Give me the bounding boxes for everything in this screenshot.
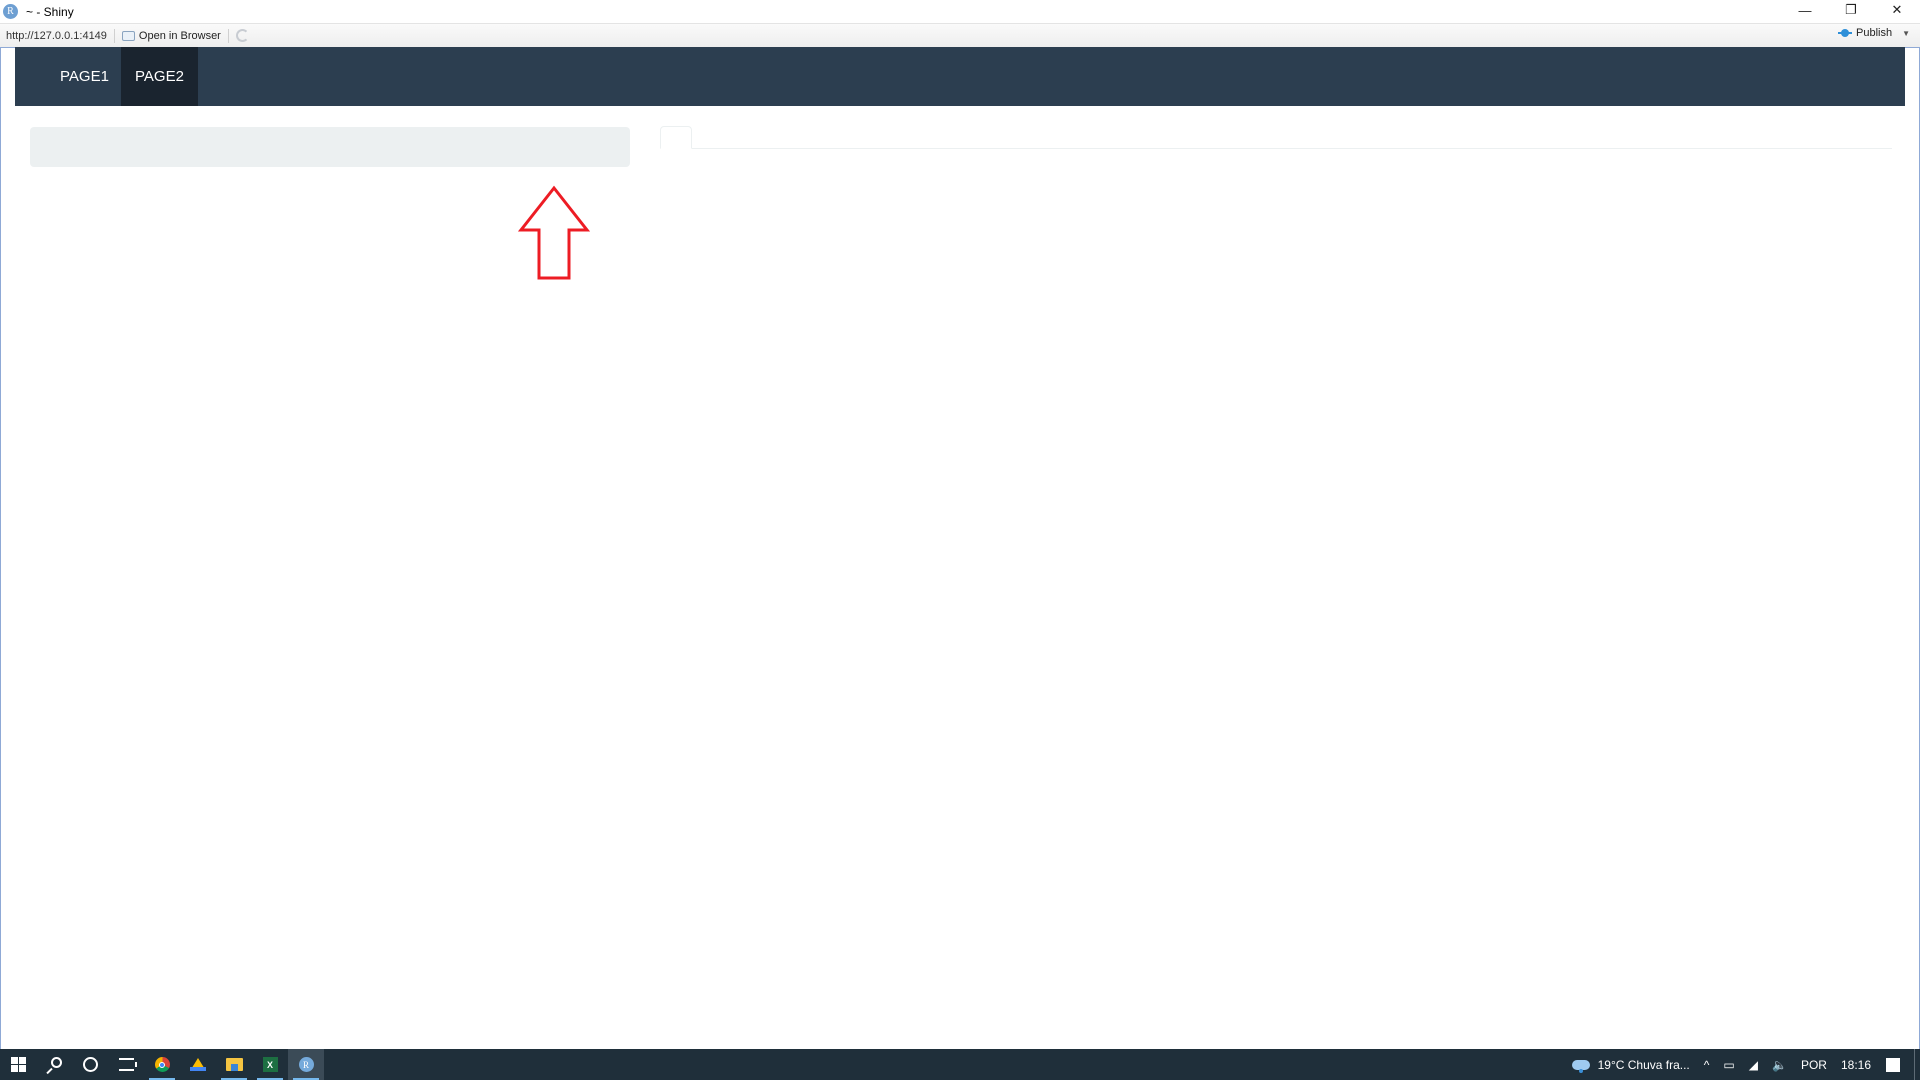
annotation-arrow-up-icon <box>518 185 590 280</box>
search-button[interactable] <box>36 1049 72 1080</box>
open-browser-icon <box>121 30 135 41</box>
chrome-icon <box>154 1057 170 1072</box>
taskbar-chrome[interactable] <box>144 1049 180 1080</box>
wifi-icon: ◢ <box>1748 1057 1758 1072</box>
minimize-button[interactable]: — <box>1782 0 1828 20</box>
taskbar: X R 19°C Chuva fra... ^ ▭ ◢ 🔈 POR 18:16 <box>0 1049 1920 1080</box>
chevron-down-icon[interactable]: ▼ <box>1902 29 1910 38</box>
arrow-shape <box>518 185 590 280</box>
folder-icon <box>225 1058 243 1071</box>
show-desktop-button[interactable] <box>1914 1049 1920 1080</box>
excel-icon: X <box>262 1057 278 1072</box>
network-button[interactable]: ◢ <box>1742 1049 1765 1080</box>
clock[interactable]: 18:16 <box>1834 1049 1878 1080</box>
google-drive-icon <box>190 1058 206 1071</box>
url-display: http://127.0.0.1:4149 <box>6 29 107 42</box>
speaker-icon: 🔈 <box>1772 1057 1787 1072</box>
nav-tab-page1[interactable]: PAGE1 <box>15 47 121 106</box>
weather-cloud-icon <box>1571 1059 1590 1073</box>
task-view-icon <box>118 1058 137 1071</box>
cortana-icon <box>82 1057 98 1072</box>
toolbar-separator <box>227 28 229 43</box>
system-tray: 19°C Chuva fra... ^ ▭ ◢ 🔈 POR 18:16 <box>1565 1049 1920 1080</box>
battery-button[interactable]: ▭ <box>1716 1049 1741 1080</box>
navbar: PAGE1 PAGE2 <box>15 47 1905 106</box>
restore-button[interactable]: ❐ <box>1828 0 1874 20</box>
rstudio-app-icon: R <box>3 4 18 19</box>
sidebar-well <box>30 127 630 167</box>
taskbar-file-explorer[interactable] <box>216 1049 252 1080</box>
viewer-toolbar: http://127.0.0.1:4149 Open in Browser Pu… <box>0 23 1920 47</box>
show-hidden-icons-button[interactable]: ^ <box>1697 1049 1717 1080</box>
toolbar-separator <box>113 28 115 43</box>
open-in-browser-label: Open in Browser <box>138 29 221 42</box>
task-view-button[interactable] <box>108 1049 144 1080</box>
window-title: ~ - Shiny <box>26 4 74 19</box>
windows-icon <box>10 1057 26 1072</box>
notification-center-icon[interactable] <box>1886 1057 1900 1072</box>
language-indicator[interactable]: POR <box>1794 1049 1834 1080</box>
nav-tab-page2[interactable]: PAGE2 <box>121 47 198 106</box>
clock-time: 18:16 <box>1840 1057 1871 1072</box>
cortana-button[interactable] <box>72 1049 108 1080</box>
window-title-bar: R ~ - Shiny — ❐ ✕ <box>0 0 1920 23</box>
main-tabset <box>660 126 1892 149</box>
refresh-icon[interactable] <box>235 29 249 42</box>
taskbar-google-drive[interactable] <box>180 1049 216 1080</box>
publish-label: Publish <box>1856 27 1893 39</box>
taskbar-excel[interactable]: X <box>252 1049 288 1080</box>
start-button[interactable] <box>0 1049 36 1080</box>
language-label: POR <box>1800 1057 1827 1072</box>
weather-text: 19°C Chuva fra... <box>1597 1057 1690 1072</box>
publish-icon <box>1838 27 1852 39</box>
taskbar-rstudio[interactable]: R <box>288 1049 324 1080</box>
battery-icon: ▭ <box>1723 1057 1735 1072</box>
tab-empty[interactable] <box>660 126 692 149</box>
viewer-frame <box>0 47 1920 1049</box>
window-controls: — ❐ ✕ <box>1782 0 1920 23</box>
publish-button[interactable]: Publish ▼ <box>1838 27 1910 39</box>
close-button[interactable]: ✕ <box>1874 0 1920 20</box>
weather-widget[interactable]: 19°C Chuva fra... <box>1565 1049 1697 1080</box>
rstudio-icon: R <box>298 1057 314 1072</box>
open-in-browser-button[interactable]: Open in Browser <box>121 29 221 42</box>
chevron-up-icon: ^ <box>1703 1057 1710 1072</box>
volume-button[interactable]: 🔈 <box>1765 1049 1794 1080</box>
search-icon <box>50 1057 62 1068</box>
